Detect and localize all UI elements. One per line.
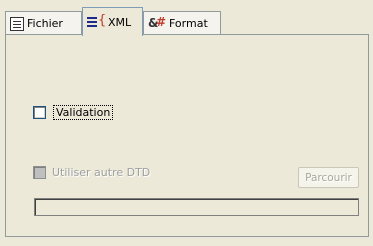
xml-icon: { <box>87 13 106 29</box>
tab-format-label: Format <box>169 17 208 30</box>
custom-dtd-label: Utiliser autre DTD <box>52 166 151 179</box>
validation-label[interactable]: Validation <box>53 105 114 120</box>
format-icon: & # <box>148 14 167 30</box>
dtd-path-field[interactable] <box>34 198 359 216</box>
tab-fichier[interactable]: Fichier <box>5 11 82 35</box>
browse-button[interactable]: Parcourir <box>298 167 359 188</box>
tab-fichier-label: Fichier <box>27 17 63 30</box>
tab-xml[interactable]: { XML <box>82 7 143 36</box>
tab-xml-label: XML <box>108 15 132 29</box>
validation-checkbox[interactable] <box>33 106 46 119</box>
document-icon <box>10 16 24 31</box>
custom-dtd-checkbox[interactable] <box>33 166 46 179</box>
tab-format[interactable]: & # Format <box>143 11 221 35</box>
